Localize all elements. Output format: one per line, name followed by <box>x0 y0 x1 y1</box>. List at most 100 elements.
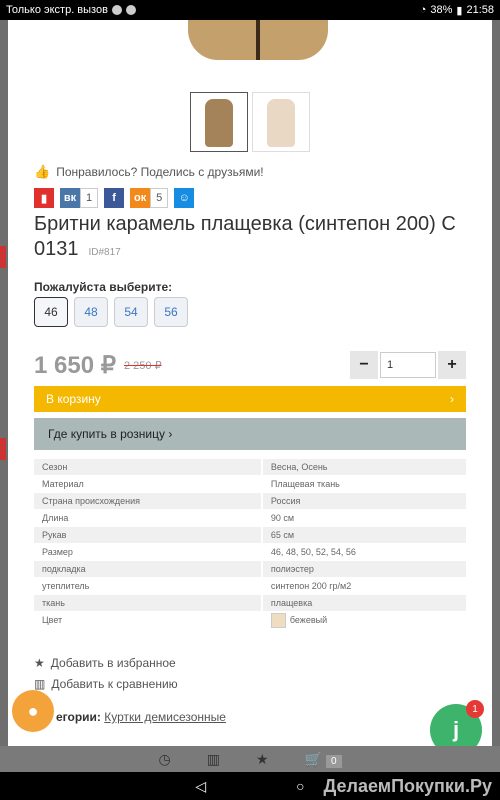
decrease-button[interactable]: − <box>350 351 378 379</box>
table-row: Размер 46, 48, 50, 52, 54, 56 <box>34 544 466 560</box>
spec-key: Сезон <box>34 459 261 475</box>
bookmark-share-button[interactable]: ▮ <box>34 188 54 208</box>
spec-key: Рукав <box>34 527 261 543</box>
price: 1 650 ₽ <box>34 351 116 379</box>
coat-beige-image <box>267 99 295 147</box>
bottom-toolbar: ◷ ▥ ★ 🛒 0 <box>0 746 500 772</box>
price-row: 1 650 ₽ 2 250 ₽ − + <box>34 348 466 382</box>
choose-label: Пожалуйста выберите: <box>34 280 173 294</box>
table-row: утеплитель синтепон 200 гр/м2 <box>34 578 466 594</box>
size-option[interactable]: 46 <box>34 297 68 327</box>
mymail-icon: ☺ <box>174 188 195 208</box>
home-icon[interactable]: ○ <box>296 778 304 794</box>
add-favorites-label: Добавить в избранное <box>50 656 176 670</box>
spec-value: синтепон 200 гр/м2 <box>260 578 466 594</box>
product-title: Бритни карамель плащевка (синтепон 200) … <box>34 212 474 265</box>
color-swatch <box>270 612 286 628</box>
carrier-text: Только экстр. вызов <box>6 4 108 16</box>
chevron-right-icon: › <box>450 392 454 406</box>
thumbnail-2[interactable] <box>252 92 310 152</box>
where-to-buy-button[interactable]: Где купить в розницу › <box>34 418 466 450</box>
background-accent <box>0 246 6 268</box>
facebook-share-button[interactable]: f <box>104 188 125 208</box>
history-icon[interactable]: ◷ <box>158 751 170 768</box>
notification-icon <box>111 5 122 15</box>
cart-icon: 🛒 <box>304 750 322 767</box>
table-row: Цвет бежевый <box>34 612 466 628</box>
spec-key: утеплитель <box>42 581 90 591</box>
spec-value: Весна, Осень <box>260 459 466 475</box>
spec-key: Длина <box>42 513 69 523</box>
chat-bubble-icon: ● <box>27 700 39 721</box>
ok-share-button[interactable]: ок 5 <box>130 188 169 208</box>
spec-value: полиэстер <box>260 561 466 577</box>
background-accent <box>0 438 6 460</box>
spec-key: ткань <box>34 595 261 611</box>
spec-key: Страна происхождения <box>34 493 261 509</box>
back-icon[interactable]: ◁ <box>195 778 206 795</box>
size-option[interactable]: 48 <box>74 297 108 327</box>
cart-button[interactable]: 🛒 0 <box>305 751 342 768</box>
ok-icon: ок <box>130 188 151 208</box>
add-favorites-link[interactable]: ★ Добавить в избранное <box>34 656 176 670</box>
thumbnail-strip <box>190 92 310 152</box>
size-option[interactable]: 56 <box>154 297 188 327</box>
product-id: ID#817 <box>88 247 121 258</box>
add-to-cart-button[interactable]: В корзину › <box>34 386 466 412</box>
category-link[interactable]: Куртки демисезонные <box>104 710 226 724</box>
status-left: Только экстр. вызов <box>6 4 136 16</box>
table-row: ткань плащевка <box>34 595 466 611</box>
like-text: Понравилось? Поделись с друзьями! <box>56 165 264 179</box>
spec-key: Материал <box>42 479 84 489</box>
thumbs-up-icon: 👍 <box>34 164 51 179</box>
thumbnail-1[interactable] <box>190 92 248 152</box>
table-row: Сезон Весна, Осень <box>34 459 466 475</box>
share-buttons: ▮ вк 1 f ок 5 ☺ <box>34 188 195 208</box>
categories-label: егории: <box>56 710 101 724</box>
bar-chart-icon: ▥ <box>34 677 46 691</box>
favorites-icon[interactable]: ★ <box>256 751 269 768</box>
spec-value: Плащевая ткань <box>260 476 466 492</box>
facebook-icon: f <box>104 188 125 208</box>
cart-count: 0 <box>325 754 342 768</box>
status-bar: Только экстр. вызов ◔ 38% ▮ 21:58 <box>0 0 500 20</box>
mymail-share-button[interactable]: ☺ <box>174 188 195 208</box>
chevron-right-icon: › <box>165 427 173 441</box>
spec-value: Россия <box>260 493 466 509</box>
categories-row: егории: Куртки демисезонные <box>56 710 226 724</box>
star-icon: ★ <box>34 656 45 670</box>
old-price: 2 250 ₽ <box>124 359 162 372</box>
wifi-icon: ◔ <box>419 4 427 16</box>
bookmark-icon: ▮ <box>34 188 54 208</box>
vk-count: 1 <box>80 188 99 208</box>
spec-value-text: бежевый <box>289 614 328 625</box>
vk-icon: вк <box>60 188 80 208</box>
table-row: Страна происхождения Россия <box>34 493 466 509</box>
like-row: 👍 Понравилось? Поделись с друзьями! <box>34 164 264 180</box>
table-row: Длина 90 см <box>34 510 466 526</box>
vk-share-button[interactable]: вк 1 <box>60 188 99 208</box>
where-to-buy-label: Где купить в розницу <box>48 427 165 441</box>
quantity-stepper: − + <box>350 351 466 379</box>
size-option[interactable]: 54 <box>114 297 148 327</box>
spec-value: 90 см <box>260 510 466 526</box>
add-to-cart-label: В корзину <box>46 392 101 406</box>
spec-value: плащевка <box>260 595 466 611</box>
compare-icon[interactable]: ▥ <box>207 751 220 768</box>
notification-badge: 1 <box>466 700 484 718</box>
product-main-image <box>188 20 328 60</box>
quantity-input[interactable] <box>380 352 436 378</box>
table-row: подкладка полиэстер <box>34 561 466 577</box>
spec-value: 65 см <box>260 527 466 543</box>
add-compare-link[interactable]: ▥ Добавить к сравнению <box>34 677 178 691</box>
app-icon <box>125 5 136 15</box>
battery-icon: ▮ <box>456 4 463 17</box>
spec-value: 46, 48, 50, 52, 54, 56 <box>260 544 466 560</box>
chat-button[interactable]: ● <box>12 690 54 732</box>
increase-button[interactable]: + <box>438 351 466 379</box>
ok-count: 5 <box>150 188 169 208</box>
product-modal: 👍 Понравилось? Поделись с друзьями! ▮ вк… <box>8 20 492 746</box>
spec-value: бежевый <box>260 612 466 628</box>
watermark: ДелаемПокупки.Ру <box>323 775 492 796</box>
battery-text: 38% <box>430 4 453 16</box>
